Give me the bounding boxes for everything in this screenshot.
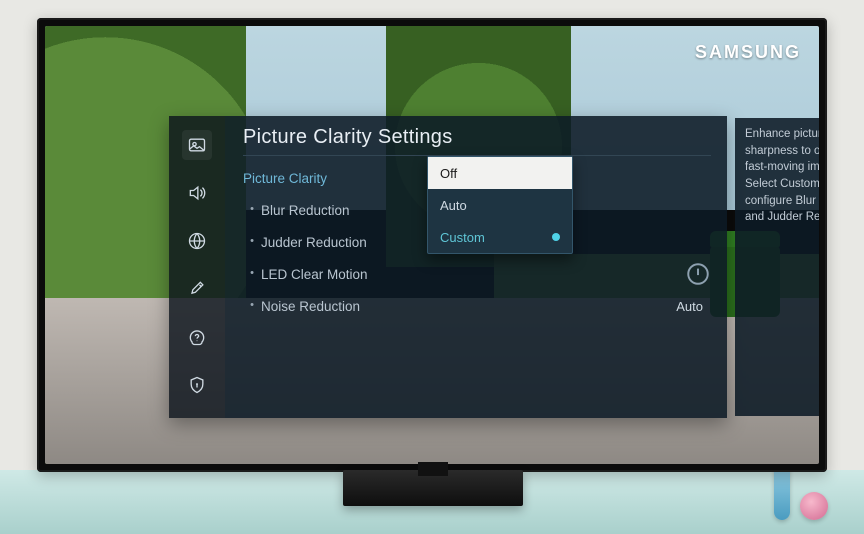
- help-text: Enhance picture sharpness to optimize fa…: [735, 118, 819, 416]
- tv-frame: SAMSUNG: [37, 18, 827, 472]
- tv-neck: [418, 462, 448, 476]
- label-judder-reduction: Judder Reduction: [261, 235, 367, 250]
- settings-osd: Picture Clarity Settings Picture Clarity…: [169, 116, 727, 418]
- settings-sidebar: [169, 116, 225, 418]
- label-noise-reduction: Noise Reduction: [261, 299, 360, 314]
- decor-vase-pink: [800, 492, 828, 520]
- brand-logo: SAMSUNG: [695, 42, 801, 63]
- settings-panel: Picture Clarity Settings Picture Clarity…: [225, 116, 727, 418]
- tv-screen: SAMSUNG: [45, 26, 819, 464]
- option-custom[interactable]: Custom: [428, 221, 572, 253]
- row-noise-reduction[interactable]: •Noise Reduction Auto: [243, 290, 711, 322]
- picture-clarity-dropdown: Off Auto Custom: [427, 156, 573, 254]
- value-noise-reduction: Auto: [676, 299, 711, 314]
- row-led-clear-motion[interactable]: •LED Clear Motion: [243, 258, 711, 290]
- label-blur-reduction: Blur Reduction: [261, 203, 350, 218]
- label-picture-clarity: Picture Clarity: [243, 171, 415, 186]
- picture-icon[interactable]: [182, 130, 212, 160]
- label-led-clear-motion: LED Clear Motion: [261, 267, 368, 282]
- network-icon[interactable]: [182, 226, 212, 256]
- privacy-icon[interactable]: [182, 370, 212, 400]
- support-icon[interactable]: [182, 322, 212, 352]
- current-marker-icon: [552, 233, 560, 241]
- panel-title: Picture Clarity Settings: [243, 126, 711, 149]
- settings-icon[interactable]: [182, 274, 212, 304]
- toggle-off-icon[interactable]: [685, 261, 711, 287]
- option-auto[interactable]: Auto: [428, 189, 572, 221]
- sound-icon[interactable]: [182, 178, 212, 208]
- option-off[interactable]: Off: [428, 157, 572, 189]
